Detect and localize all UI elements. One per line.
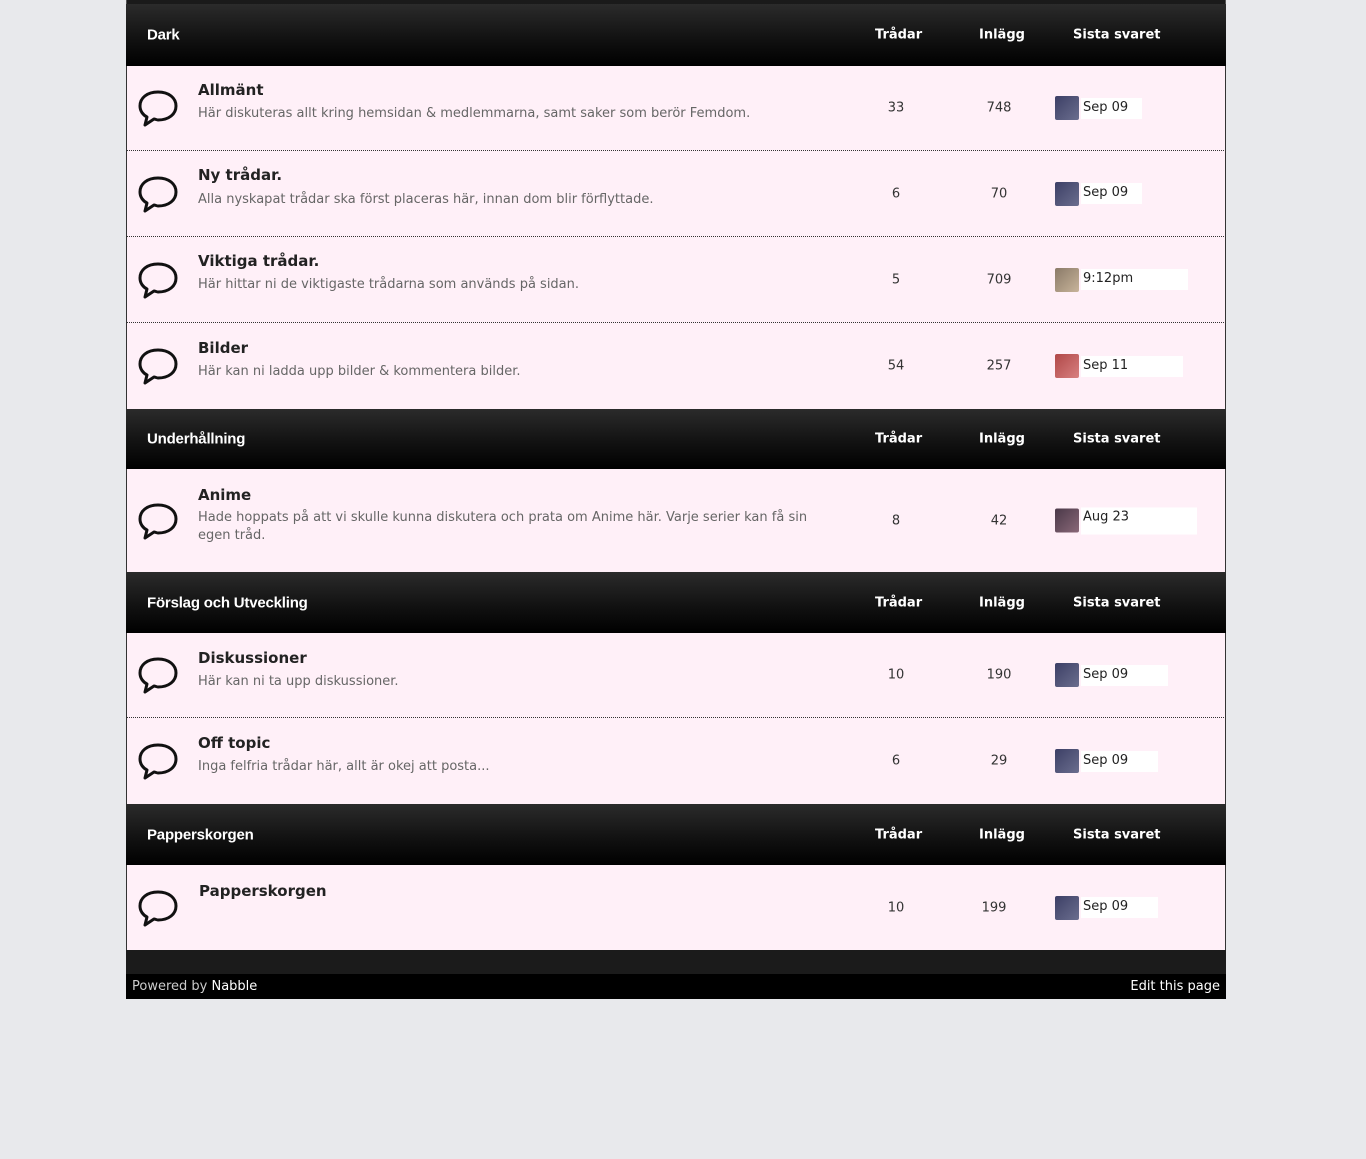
- thread-count: 54: [887, 358, 905, 374]
- column-threads-header: Trådar: [875, 595, 923, 610]
- column-posts-header: Inlägg: [979, 431, 1025, 447]
- powered-by: Powered by Nabble: [132, 979, 257, 994]
- last-reply[interactable]: Sep 09: [1055, 895, 1159, 920]
- edit-page-link[interactable]: Edit this page: [1130, 979, 1220, 994]
- last-reply[interactable]: Aug 23: [1055, 507, 1198, 534]
- last-reply[interactable]: Sep 11: [1055, 354, 1184, 378]
- forum-description: Här kan ni ta upp diskussioner.: [198, 674, 399, 689]
- forum-name[interactable]: Ny trådar.: [198, 166, 282, 184]
- avatar[interactable]: [1055, 267, 1079, 292]
- speech-bubble-icon: [138, 348, 178, 385]
- last-reply-date[interactable]: Sep 09: [1081, 897, 1159, 918]
- avatar[interactable]: [1055, 663, 1079, 687]
- post-count: 29: [990, 753, 1008, 769]
- last-reply-date[interactable]: Sep 09: [1081, 183, 1143, 204]
- avatar[interactable]: [1055, 895, 1079, 920]
- category-header-papperskorgen: Papperskorgen Trådar Inlägg Sista svaret: [126, 804, 1226, 865]
- column-last-reply-header: Sista svaret: [1073, 27, 1161, 43]
- forum-description: Hade hoppats på att vi skulle kunna disk…: [198, 510, 808, 543]
- last-reply-date[interactable]: Sep 09: [1081, 664, 1169, 686]
- forum-row-anime: Anime Hade hoppats på att vi skulle kunn…: [126, 469, 1226, 572]
- column-threads-header: Trådar: [875, 27, 923, 43]
- forum-row-bilder: Bilder Här kan ni ladda upp bilder & kom…: [126, 323, 1226, 409]
- speech-bubble-icon: [138, 657, 178, 694]
- forum-row-viktiga-tradar: Viktiga trådar. Här hittar ni de viktiga…: [126, 237, 1226, 323]
- thread-count: 6: [891, 753, 901, 769]
- post-count: 70: [990, 186, 1008, 201]
- column-last-reply-header: Sista svaret: [1073, 827, 1161, 842]
- last-reply[interactable]: 9:12pm: [1055, 267, 1189, 292]
- forum-description: Här diskuteras allt kring hemsidan & med…: [198, 106, 751, 121]
- forum-name[interactable]: Off topic: [198, 734, 270, 752]
- column-last-reply-header: Sista svaret: [1073, 431, 1161, 447]
- forum-description: Alla nyskapat trådar ska först placeras …: [198, 192, 654, 207]
- last-reply-date[interactable]: Sep 11: [1081, 355, 1184, 377]
- post-count: 42: [990, 513, 1008, 528]
- forum-name[interactable]: Papperskorgen: [199, 882, 327, 900]
- forum-name[interactable]: Anime: [198, 486, 251, 504]
- thread-count: 6: [891, 186, 901, 201]
- footer: Powered by Nabble Edit this page: [126, 974, 1226, 999]
- speech-bubble-icon: [138, 743, 178, 780]
- speech-bubble-icon: [138, 90, 178, 127]
- column-threads-header: Trådar: [875, 827, 923, 842]
- column-last-reply-header: Sista svaret: [1073, 595, 1161, 610]
- category-header-forslag: Förslag och Utveckling Trådar Inlägg Sis…: [126, 572, 1226, 633]
- forum-row-papperskorgen: Papperskorgen 10 199 Sep 09: [126, 865, 1226, 950]
- forum-row-ny-tradar: Ny trådar. Alla nyskapat trådar ska förs…: [126, 151, 1226, 237]
- thread-count: 5: [891, 272, 901, 287]
- category-header-dark: Dark Trådar Inlägg Sista svaret: [126, 4, 1226, 66]
- category-title[interactable]: Underhållning: [147, 431, 245, 448]
- forum-page: Dark Trådar Inlägg Sista svaret Allmänt …: [126, 0, 1226, 999]
- last-reply-date[interactable]: 9:12pm: [1081, 269, 1189, 290]
- post-count: 199: [981, 900, 1007, 915]
- category-header-underhallning: Underhållning Trådar Inlägg Sista svaret: [126, 409, 1226, 469]
- forum-description: Här hittar ni de viktigaste trådarna som…: [198, 277, 580, 292]
- thread-count: 10: [887, 900, 905, 915]
- forum-name[interactable]: Viktiga trådar.: [198, 252, 319, 270]
- last-reply-date[interactable]: Sep 09: [1081, 97, 1143, 119]
- forum-name[interactable]: Bilder: [198, 339, 248, 357]
- speech-bubble-icon: [138, 503, 178, 539]
- speech-bubble-icon: [138, 176, 178, 212]
- last-reply-date[interactable]: Sep 09: [1081, 750, 1159, 772]
- category-title[interactable]: Papperskorgen: [147, 826, 254, 843]
- last-reply[interactable]: Sep 09: [1055, 96, 1143, 120]
- last-reply[interactable]: Sep 09: [1055, 181, 1143, 206]
- avatar[interactable]: [1055, 96, 1079, 120]
- post-count: 748: [986, 100, 1012, 116]
- forum-row-diskussioner: Diskussioner Här kan ni ta upp diskussio…: [126, 633, 1226, 718]
- category-title[interactable]: Förslag och Utveckling: [147, 594, 308, 611]
- speech-bubble-icon: [138, 890, 178, 926]
- thread-count: 33: [887, 100, 905, 116]
- post-count: 709: [986, 272, 1012, 287]
- category-title[interactable]: Dark: [147, 27, 180, 44]
- avatar[interactable]: [1055, 508, 1079, 533]
- post-count: 190: [986, 667, 1012, 683]
- last-reply[interactable]: Sep 09: [1055, 749, 1159, 773]
- forum-row-off-topic: Off topic Inga felfria trådar här, allt …: [126, 718, 1226, 804]
- column-threads-header: Trådar: [875, 431, 923, 447]
- forum-name[interactable]: Diskussioner: [198, 649, 307, 667]
- column-posts-header: Inlägg: [979, 827, 1025, 842]
- forum-description: Inga felfria trådar här, allt är okej at…: [198, 759, 490, 774]
- forum-name[interactable]: Allmänt: [198, 81, 264, 99]
- footer-spacer: [126, 950, 1226, 974]
- thread-count: 8: [891, 513, 901, 528]
- nabble-link[interactable]: Nabble: [211, 979, 257, 994]
- forum-row-allmant: Allmänt Här diskuteras allt kring hemsid…: [126, 66, 1226, 151]
- avatar[interactable]: [1055, 749, 1079, 773]
- column-posts-header: Inlägg: [979, 595, 1025, 610]
- avatar[interactable]: [1055, 354, 1079, 378]
- post-count: 257: [986, 358, 1012, 374]
- avatar[interactable]: [1055, 181, 1079, 206]
- powered-by-prefix: Powered by: [132, 979, 212, 994]
- column-posts-header: Inlägg: [979, 27, 1025, 43]
- speech-bubble-icon: [138, 262, 178, 298]
- last-reply[interactable]: Sep 09: [1055, 663, 1169, 687]
- last-reply-date[interactable]: Aug 23: [1081, 507, 1198, 534]
- thread-count: 10: [887, 667, 905, 683]
- forum-description: Här kan ni ladda upp bilder & kommentera…: [198, 364, 521, 379]
